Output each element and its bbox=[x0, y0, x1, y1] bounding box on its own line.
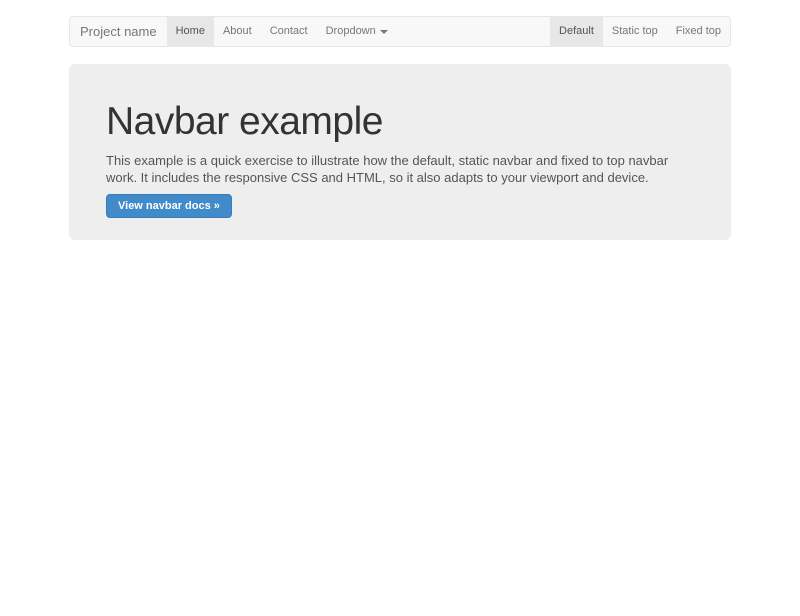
page-title: Navbar example bbox=[106, 102, 694, 143]
view-navbar-docs-button[interactable]: View navbar docs » bbox=[106, 194, 232, 218]
navbar-left-nav: Home About Contact Dropdown bbox=[167, 17, 397, 46]
navbar-right-nav: Default Static top Fixed top bbox=[550, 17, 730, 46]
top-navbar: Project name Home About Contact Dropdown… bbox=[69, 16, 731, 47]
jumbotron: Navbar example This example is a quick e… bbox=[69, 64, 731, 240]
caret-down-icon bbox=[380, 30, 388, 34]
page-container: Project name Home About Contact Dropdown… bbox=[69, 16, 731, 240]
navbar-brand[interactable]: Project name bbox=[70, 17, 167, 46]
jumbotron-description: This example is a quick exercise to illu… bbox=[106, 152, 694, 186]
nav-item-about[interactable]: About bbox=[214, 17, 261, 46]
nav-item-static-top[interactable]: Static top bbox=[603, 17, 667, 46]
nav-item-dropdown[interactable]: Dropdown bbox=[317, 17, 397, 46]
nav-item-fixed-top[interactable]: Fixed top bbox=[667, 17, 730, 46]
nav-item-contact[interactable]: Contact bbox=[261, 17, 317, 46]
nav-item-home[interactable]: Home bbox=[167, 17, 214, 46]
nav-item-dropdown-label: Dropdown bbox=[326, 17, 376, 46]
nav-item-default[interactable]: Default bbox=[550, 17, 603, 46]
